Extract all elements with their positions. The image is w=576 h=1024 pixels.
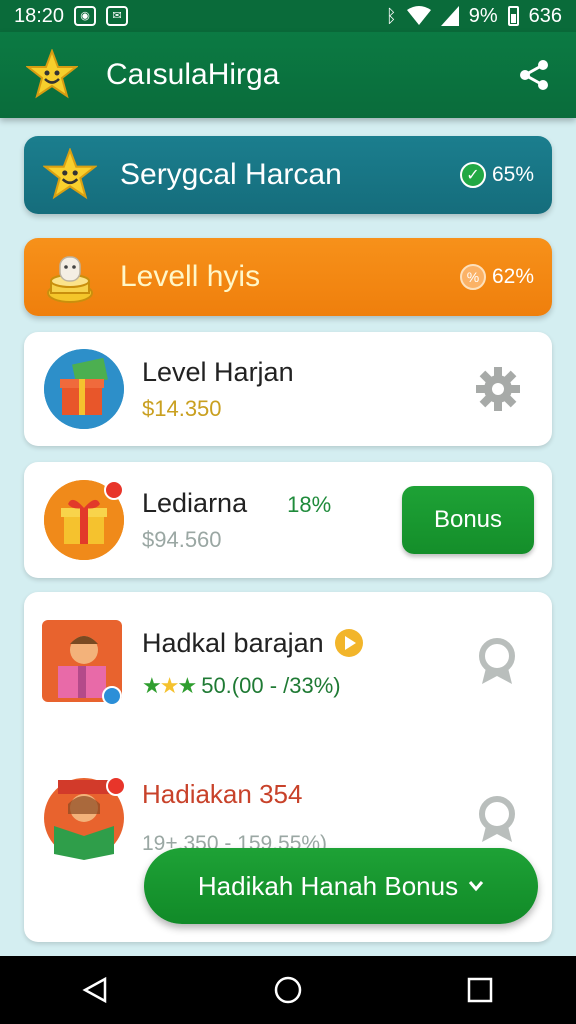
cta-label: Hadikah Hanah Bonus <box>197 870 459 901</box>
status-time: 18:20 <box>14 4 65 27</box>
banner-title: Serygcal Harcan <box>120 158 342 191</box>
list-text: Hadkal barajan ★★★ 50.(00 - /33%) <box>142 628 364 699</box>
gift-box-icon <box>44 480 124 560</box>
banner-percent: 62% <box>491 265 534 288</box>
list-title: Hadiakan 354 <box>142 778 303 809</box>
system-nav-bar <box>0 956 576 1024</box>
list-title: Hadkal barajan <box>142 627 324 658</box>
share-icon[interactable] <box>514 55 554 95</box>
card-amount: $14.350 <box>142 395 222 421</box>
banner-title: Levell hyis <box>120 260 261 293</box>
rating-row: ★★★ 50.(00 - /33%) <box>142 673 364 699</box>
wifi-icon <box>406 6 431 25</box>
bonus-button[interactable]: Bonus <box>402 486 534 554</box>
recents-icon[interactable] <box>456 966 504 1014</box>
gear-icon[interactable] <box>474 365 522 413</box>
battery-percent: 9% <box>468 4 498 27</box>
bonus-cta-button[interactable]: Hadikah Hanah Bonus <box>144 848 538 924</box>
home-icon[interactable] <box>264 966 312 1014</box>
play-icon <box>334 629 363 657</box>
notification-app-icon: ◉ <box>74 6 97 26</box>
star-rating-icon: ★★★ <box>142 672 197 698</box>
card-title: Level Harjan <box>142 356 294 387</box>
rating-text: 50.(00 - /33%) <box>201 672 341 698</box>
gift-box-icon <box>44 349 124 429</box>
status-left: 18:20 ◉ ✉ <box>14 4 129 28</box>
notification-mail-icon: ✉ <box>106 6 129 26</box>
app-title: CaısulaHirga <box>106 58 280 91</box>
card-text: Level Harjan $14.350 <box>142 357 294 422</box>
app-bar: CaısulaHirga <box>0 32 576 118</box>
status-bar: 18:20 ◉ ✉ ᛒ 9% 636 <box>0 0 576 32</box>
card-lediarna[interactable]: Lediarna 18% $94.560 Bonus <box>24 462 552 578</box>
card-title-row: Lediarna 18% <box>142 488 331 519</box>
award-ribbon-icon[interactable] <box>476 796 518 844</box>
mascot-pot-icon <box>42 249 98 305</box>
banner-teal[interactable]: Serygcal Harcan ✓ 65% <box>24 136 552 214</box>
banner-orange[interactable]: Levell hyis % 62% <box>24 238 552 316</box>
chevron-down-icon <box>468 881 484 892</box>
banner-percent: 65% <box>491 163 534 186</box>
banner-badge: ✓ 65% <box>459 162 534 188</box>
bluetooth-icon: ᛒ <box>385 6 397 26</box>
card-title: Lediarna <box>142 487 248 518</box>
signal-icon <box>440 6 459 26</box>
back-icon[interactable] <box>72 966 120 1014</box>
card-level-harjan[interactable]: Level Harjan $14.350 <box>24 332 552 446</box>
card-text: Lediarna 18% $94.560 <box>142 488 331 553</box>
list-title-row: Hadkal barajan <box>142 628 364 659</box>
status-right-time: 636 <box>528 4 562 27</box>
check-icon: ✓ <box>459 162 486 188</box>
card-amount: $94.560 <box>142 526 222 552</box>
banner-badge: % 62% <box>459 264 534 290</box>
battery-icon <box>507 6 519 26</box>
character-book-icon <box>42 774 126 860</box>
star-face-icon <box>42 147 98 203</box>
percent-icon: % <box>459 264 486 290</box>
character-gift-icon <box>42 620 126 706</box>
award-ribbon-icon[interactable] <box>476 638 518 686</box>
list-text: Hadiakan 354 19+.350 - 159.55%) <box>142 779 327 856</box>
status-right: ᛒ 9% 636 <box>386 5 562 28</box>
star-face-icon <box>26 49 78 101</box>
card-percent: 18% <box>287 491 332 517</box>
